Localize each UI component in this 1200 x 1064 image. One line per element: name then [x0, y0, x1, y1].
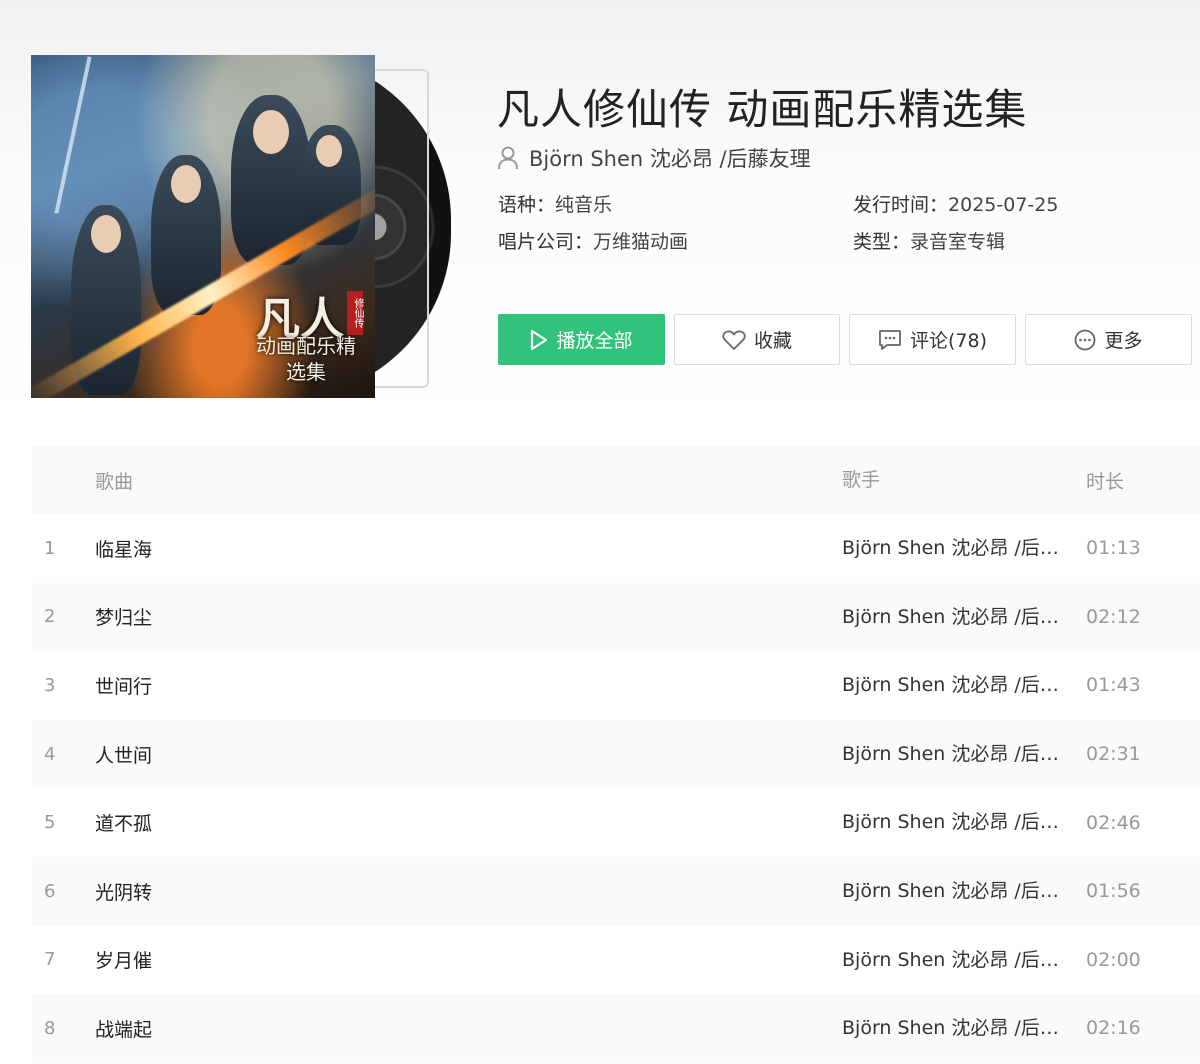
header-artist: 歌手 [842, 469, 881, 491]
track-index: 7 [44, 949, 56, 971]
track-duration: 01:13 [1086, 537, 1141, 560]
track-name[interactable]: 世间行 [95, 651, 152, 720]
meta-value: 录音室专辑 [910, 231, 1006, 253]
comment-icon [879, 329, 901, 350]
track-row[interactable]: 3 世间行 Björn Shen 沈必昂 /后藤友理 01:43 [32, 651, 1200, 720]
more-label: 更多 [1104, 330, 1143, 352]
track-list: 1 临星海 Björn Shen 沈必昂 /后藤友理 01:13 2 梦归尘 B… [32, 514, 1200, 1063]
header-duration: 时长 [1086, 470, 1125, 493]
track-name[interactable]: 临星海 [95, 514, 152, 583]
track-duration: 02:46 [1086, 811, 1141, 834]
track-row[interactable]: 2 梦归尘 Björn Shen 沈必昂 /后藤友理 02:12 [32, 582, 1200, 652]
track-name[interactable]: 光阴转 [95, 857, 152, 926]
meta-value: 纯音乐 [555, 194, 613, 216]
album-cover-art: 凡人 修仙传 动画配乐精选集 [31, 55, 375, 398]
track-row[interactable]: 5 道不孤 Björn Shen 沈必昂 /后藤友理 02:46 [32, 788, 1200, 857]
track-table-header: 歌曲 歌手 时长 [32, 446, 1200, 514]
meta-label: 唱片公司： [498, 231, 594, 253]
track-index: 1 [44, 537, 56, 559]
track-index: 5 [44, 812, 56, 834]
meta-value: 2025-07-25 [948, 194, 1059, 216]
track-name[interactable]: 梦归尘 [95, 583, 152, 652]
track-row[interactable]: 6 光阴转 Björn Shen 沈必昂 /后藤友理 01:56 [32, 856, 1200, 926]
album-title: 凡人修仙传 动画配乐精选集 [497, 85, 1028, 134]
favorite-label: 收藏 [753, 330, 792, 352]
comment-button[interactable]: 评论(78) [849, 314, 1016, 365]
track-row[interactable]: 7 岁月催 Björn Shen 沈必昂 /后藤友理 02:00 [32, 925, 1200, 995]
track-row[interactable]: 4 人世间 Björn Shen 沈必昂 /后藤友理 02:31 [32, 719, 1200, 789]
album-artist-link[interactable]: Björn Shen 沈必昂 /后藤友理 [529, 143, 811, 173]
play-all-button[interactable]: 播放全部 [498, 314, 665, 365]
track-name[interactable]: 人世间 [95, 720, 152, 789]
meta-value[interactable]: 万维猫动画 [593, 231, 688, 253]
meta-label: 语种： [498, 194, 556, 216]
track-index: 2 [44, 606, 56, 628]
cover-subtitle-text: 动画配乐精选集 [256, 334, 356, 384]
track-artist[interactable]: Björn Shen 沈必昂 /后藤友理 [842, 857, 1070, 926]
track-duration: 02:31 [1086, 743, 1141, 766]
track-name[interactable]: 道不孤 [95, 788, 152, 857]
album-artist: Björn Shen 沈必昂 /后藤友理 [497, 143, 811, 173]
user-icon [498, 146, 518, 170]
track-index: 4 [44, 743, 56, 765]
heart-icon [722, 330, 746, 350]
track-table: 歌曲 歌手 时长 1 临星海 Björn Shen 沈必昂 /后藤友理 01:1… [32, 446, 1200, 1063]
meta-language: 语种：纯音乐 [498, 190, 612, 217]
more-icon [1075, 329, 1096, 350]
track-index: 8 [44, 1017, 56, 1039]
track-duration: 01:43 [1086, 674, 1141, 697]
track-name[interactable]: 岁月催 [95, 926, 152, 995]
track-duration: 01:56 [1086, 880, 1141, 903]
track-name[interactable]: 战端起 [95, 994, 152, 1063]
meta-release-date: 发行时间：2025-07-25 [853, 190, 1058, 217]
meta-label: 发行时间： [853, 194, 949, 216]
track-index: 3 [44, 674, 56, 696]
track-duration: 02:16 [1086, 1017, 1141, 1040]
track-row[interactable]: 8 战端起 Björn Shen 沈必昂 /后藤友理 02:16 [32, 994, 1200, 1063]
favorite-button[interactable]: 收藏 [674, 314, 840, 365]
meta-label: 类型： [853, 231, 911, 253]
track-artist[interactable]: Björn Shen 沈必昂 /后藤友理 [842, 720, 1070, 789]
track-index: 6 [44, 880, 56, 902]
track-artist[interactable]: Björn Shen 沈必昂 /后藤友理 [842, 926, 1070, 995]
track-artist[interactable]: Björn Shen 沈必昂 /后藤友理 [842, 994, 1070, 1063]
play-icon [531, 329, 548, 350]
header-song: 歌曲 [95, 470, 134, 493]
track-artist[interactable]: Björn Shen 沈必昂 /后藤友理 [842, 788, 1070, 857]
comment-label: 评论(78) [909, 330, 987, 352]
cover-seal: 修仙传 [347, 291, 363, 335]
more-button[interactable]: 更多 [1025, 314, 1192, 365]
track-artist[interactable]: Björn Shen 沈必昂 /后藤友理 [842, 651, 1070, 720]
track-artist[interactable]: Björn Shen 沈必昂 /后藤友理 [842, 514, 1070, 583]
meta-label-company: 唱片公司：万维猫动画 [498, 227, 688, 254]
track-duration: 02:00 [1086, 948, 1141, 971]
track-row[interactable]: 1 临星海 Björn Shen 沈必昂 /后藤友理 01:13 [32, 514, 1200, 583]
play-all-label: 播放全部 [556, 330, 633, 352]
meta-type: 类型：录音室专辑 [853, 227, 1005, 254]
track-artist[interactable]: Björn Shen 沈必昂 /后藤友理 [842, 583, 1070, 652]
track-duration: 02:12 [1086, 605, 1141, 628]
album-cover[interactable]: 凡人 修仙传 动画配乐精选集 [31, 55, 451, 400]
